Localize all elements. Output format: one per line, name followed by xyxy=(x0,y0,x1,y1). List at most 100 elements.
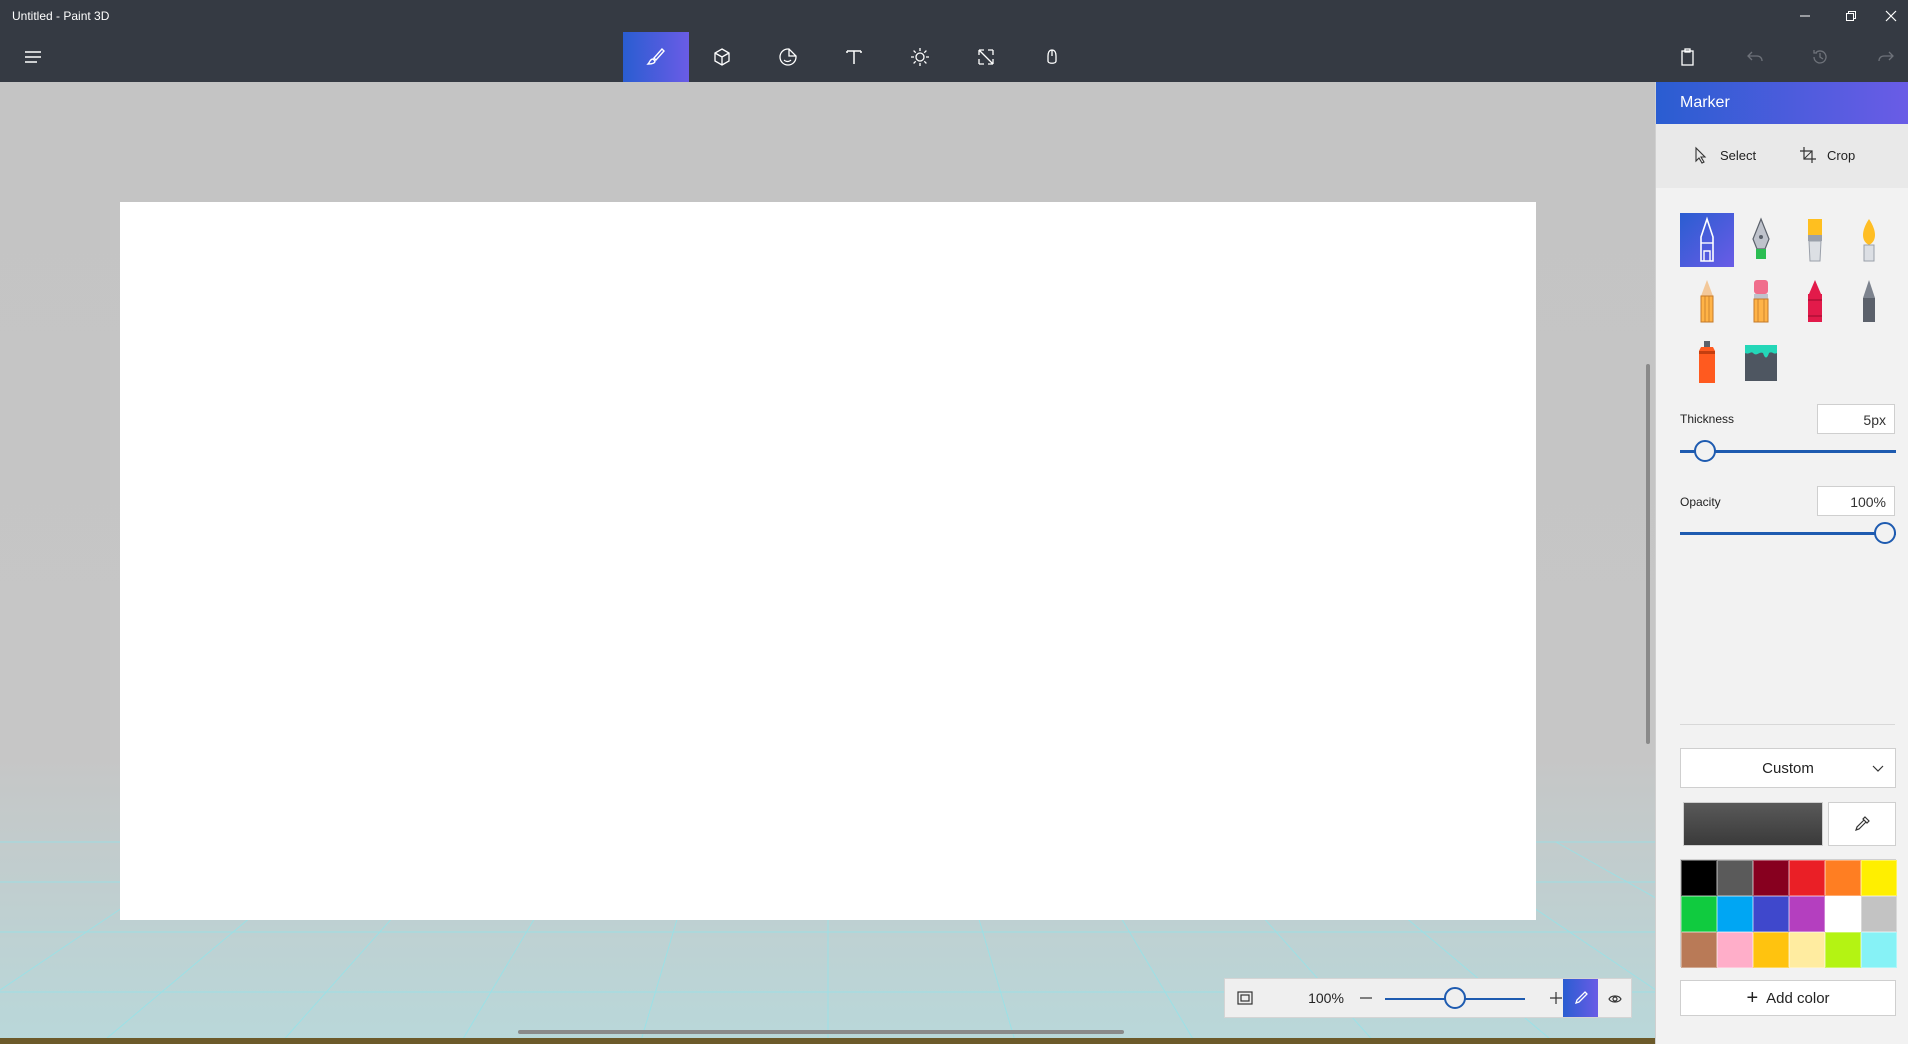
watercolor-brush[interactable] xyxy=(1842,213,1896,267)
close-icon xyxy=(1885,10,1897,22)
palette-mode-label: Custom xyxy=(1762,759,1814,777)
hamburger-icon xyxy=(25,51,41,63)
add-color-label: Add color xyxy=(1766,989,1830,1007)
plus-icon xyxy=(1550,992,1562,1004)
current-color[interactable] xyxy=(1683,802,1823,846)
pixel-pen-brush[interactable] xyxy=(1842,274,1896,328)
brushes-icon xyxy=(646,47,665,65)
history-button[interactable] xyxy=(1800,32,1840,82)
view-3d-icon xyxy=(1608,995,1622,1003)
color-swatch[interactable] xyxy=(1861,896,1897,932)
thickness-input[interactable]: 5px xyxy=(1817,404,1895,434)
window-title: Untitled - Paint 3D xyxy=(12,9,110,23)
color-swatch[interactable] xyxy=(1753,932,1789,968)
crayon-icon xyxy=(1808,280,1822,322)
color-swatch[interactable] xyxy=(1717,860,1753,896)
paste-button[interactable] xyxy=(1668,32,1708,82)
select-crop-bar: Select Crop xyxy=(1656,124,1908,188)
select-label: Select xyxy=(1720,147,1757,163)
horizontal-scrollbar[interactable] xyxy=(518,1030,1124,1034)
fit-to-screen-button[interactable] xyxy=(1225,979,1265,1017)
tab-brushes[interactable] xyxy=(623,32,689,82)
3d-view-button[interactable] xyxy=(1598,979,1632,1017)
color-swatch[interactable] xyxy=(1825,896,1861,932)
eraser-icon xyxy=(1753,280,1769,323)
opacity-slider-thumb[interactable] xyxy=(1874,522,1896,544)
clipboard-icon xyxy=(1681,48,1694,66)
color-swatch[interactable] xyxy=(1717,896,1753,932)
redo-button[interactable] xyxy=(1866,32,1906,82)
color-swatch[interactable] xyxy=(1825,932,1861,968)
undo-icon xyxy=(1747,51,1763,62)
3d-shapes-icon xyxy=(714,48,730,66)
menu-button[interactable] xyxy=(14,32,52,82)
color-swatch[interactable] xyxy=(1825,860,1861,896)
oil-brush[interactable] xyxy=(1788,213,1842,267)
spray-can-icon xyxy=(1699,341,1715,383)
opacity-input[interactable]: 100% xyxy=(1817,486,1895,516)
close-button[interactable] xyxy=(1874,0,1908,32)
thickness-label: Thickness xyxy=(1680,412,1735,426)
color-swatch[interactable] xyxy=(1681,896,1717,932)
marker-brush[interactable] xyxy=(1680,213,1734,267)
pixel-pen-icon xyxy=(1863,280,1875,322)
taskbar-edge xyxy=(0,1038,1655,1044)
redo-icon xyxy=(1878,51,1894,62)
drawing-canvas[interactable] xyxy=(120,202,1536,920)
crop-icon xyxy=(1800,147,1816,163)
spray-can-brush[interactable] xyxy=(1680,335,1734,389)
zoom-slider-thumb[interactable] xyxy=(1444,987,1466,1009)
color-palette xyxy=(1680,859,1897,968)
cursor-icon xyxy=(1695,146,1707,164)
history-icon xyxy=(1813,50,1827,64)
marker-icon xyxy=(1700,216,1714,262)
plus-icon: + xyxy=(1746,987,1759,1009)
restore-button[interactable] xyxy=(1828,0,1874,32)
crop-label: Crop xyxy=(1827,147,1856,163)
panel-divider xyxy=(1680,724,1895,725)
pencil-brush[interactable] xyxy=(1680,274,1734,328)
tab-magic-select[interactable] xyxy=(1019,32,1085,82)
zoom-out-button[interactable] xyxy=(1351,979,1381,1017)
tab-text[interactable] xyxy=(821,32,887,82)
color-swatch[interactable] xyxy=(1861,860,1897,896)
eraser-brush[interactable] xyxy=(1734,274,1788,328)
tab-3d-shapes[interactable] xyxy=(689,32,755,82)
select-button[interactable]: Select xyxy=(1692,146,1756,164)
workspace[interactable]: 100% xyxy=(0,82,1655,1044)
undo-button[interactable] xyxy=(1735,32,1775,82)
fit-screen-icon xyxy=(1237,991,1253,1005)
minimize-icon xyxy=(1800,15,1810,17)
tab-stickers[interactable] xyxy=(755,32,821,82)
magic-select-icon xyxy=(1047,49,1057,64)
color-swatch[interactable] xyxy=(1681,860,1717,896)
tab-canvas[interactable] xyxy=(953,32,1019,82)
2d-view-button[interactable] xyxy=(1563,979,1598,1017)
text-icon xyxy=(846,50,862,64)
panel-title: Marker xyxy=(1656,82,1908,124)
color-swatch[interactable] xyxy=(1789,896,1825,932)
restore-icon xyxy=(1846,11,1856,21)
fill-bucket-icon xyxy=(1745,345,1777,381)
crop-button[interactable]: Crop xyxy=(1799,146,1855,164)
palette-dropdown[interactable]: Custom xyxy=(1680,748,1896,788)
minimize-button[interactable] xyxy=(1782,0,1828,32)
color-swatch[interactable] xyxy=(1753,896,1789,932)
crayon-brush[interactable] xyxy=(1788,274,1842,328)
color-swatch[interactable] xyxy=(1789,860,1825,896)
add-color-button[interactable]: + Add color xyxy=(1680,980,1896,1016)
brushes-panel: Marker Select Crop Thickness 5px Opacity… xyxy=(1655,82,1908,1044)
opacity-slider[interactable] xyxy=(1680,532,1896,535)
calligraphy-pen-brush[interactable] xyxy=(1734,213,1788,267)
thickness-slider-thumb[interactable] xyxy=(1693,440,1716,462)
pen-icon xyxy=(1574,991,1588,1005)
fill-bucket-brush[interactable] xyxy=(1734,335,1788,389)
vertical-scrollbar[interactable] xyxy=(1646,364,1650,744)
color-swatch[interactable] xyxy=(1681,932,1717,968)
color-swatch[interactable] xyxy=(1789,932,1825,968)
color-swatch[interactable] xyxy=(1717,932,1753,968)
tab-effects[interactable] xyxy=(887,32,953,82)
color-swatch[interactable] xyxy=(1753,860,1789,896)
eyedropper-button[interactable] xyxy=(1828,802,1896,846)
color-swatch[interactable] xyxy=(1861,932,1897,968)
